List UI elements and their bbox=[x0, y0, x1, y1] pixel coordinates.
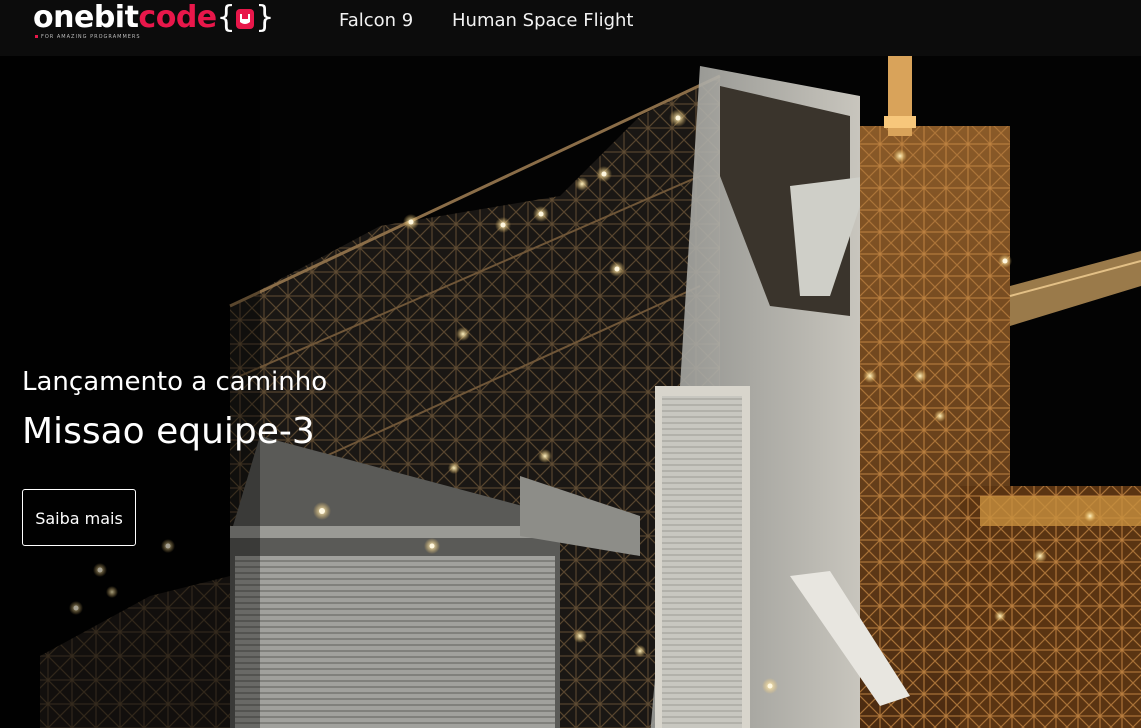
rock-hand-icon bbox=[236, 9, 255, 29]
brand-name-part2: code bbox=[138, 0, 217, 35]
brand-name-part1: onebit bbox=[33, 0, 139, 35]
hero-title: Missao equipe-3 bbox=[22, 411, 315, 452]
nav-link-human-space-flight[interactable]: Human Space Flight bbox=[452, 9, 633, 33]
hero-subtitle: Lançamento a caminho bbox=[22, 367, 328, 397]
navbar: onebitcode{} FOR AMAZING PROGRAMMERS Fal… bbox=[0, 0, 1141, 56]
brand-logo-wordmark: onebitcode{} bbox=[33, 0, 274, 36]
nav-link-falcon-9[interactable]: Falcon 9 bbox=[339, 9, 413, 33]
tagline-dot-icon bbox=[35, 35, 38, 38]
saiba-mais-button[interactable]: Saiba mais bbox=[22, 489, 136, 546]
brand-braces-icon: {} bbox=[216, 0, 275, 35]
hero-carousel-slide: Lançamento a caminho Missao equipe-3 Sai… bbox=[0, 56, 1141, 728]
brand-tagline: FOR AMAZING PROGRAMMERS bbox=[35, 34, 141, 40]
